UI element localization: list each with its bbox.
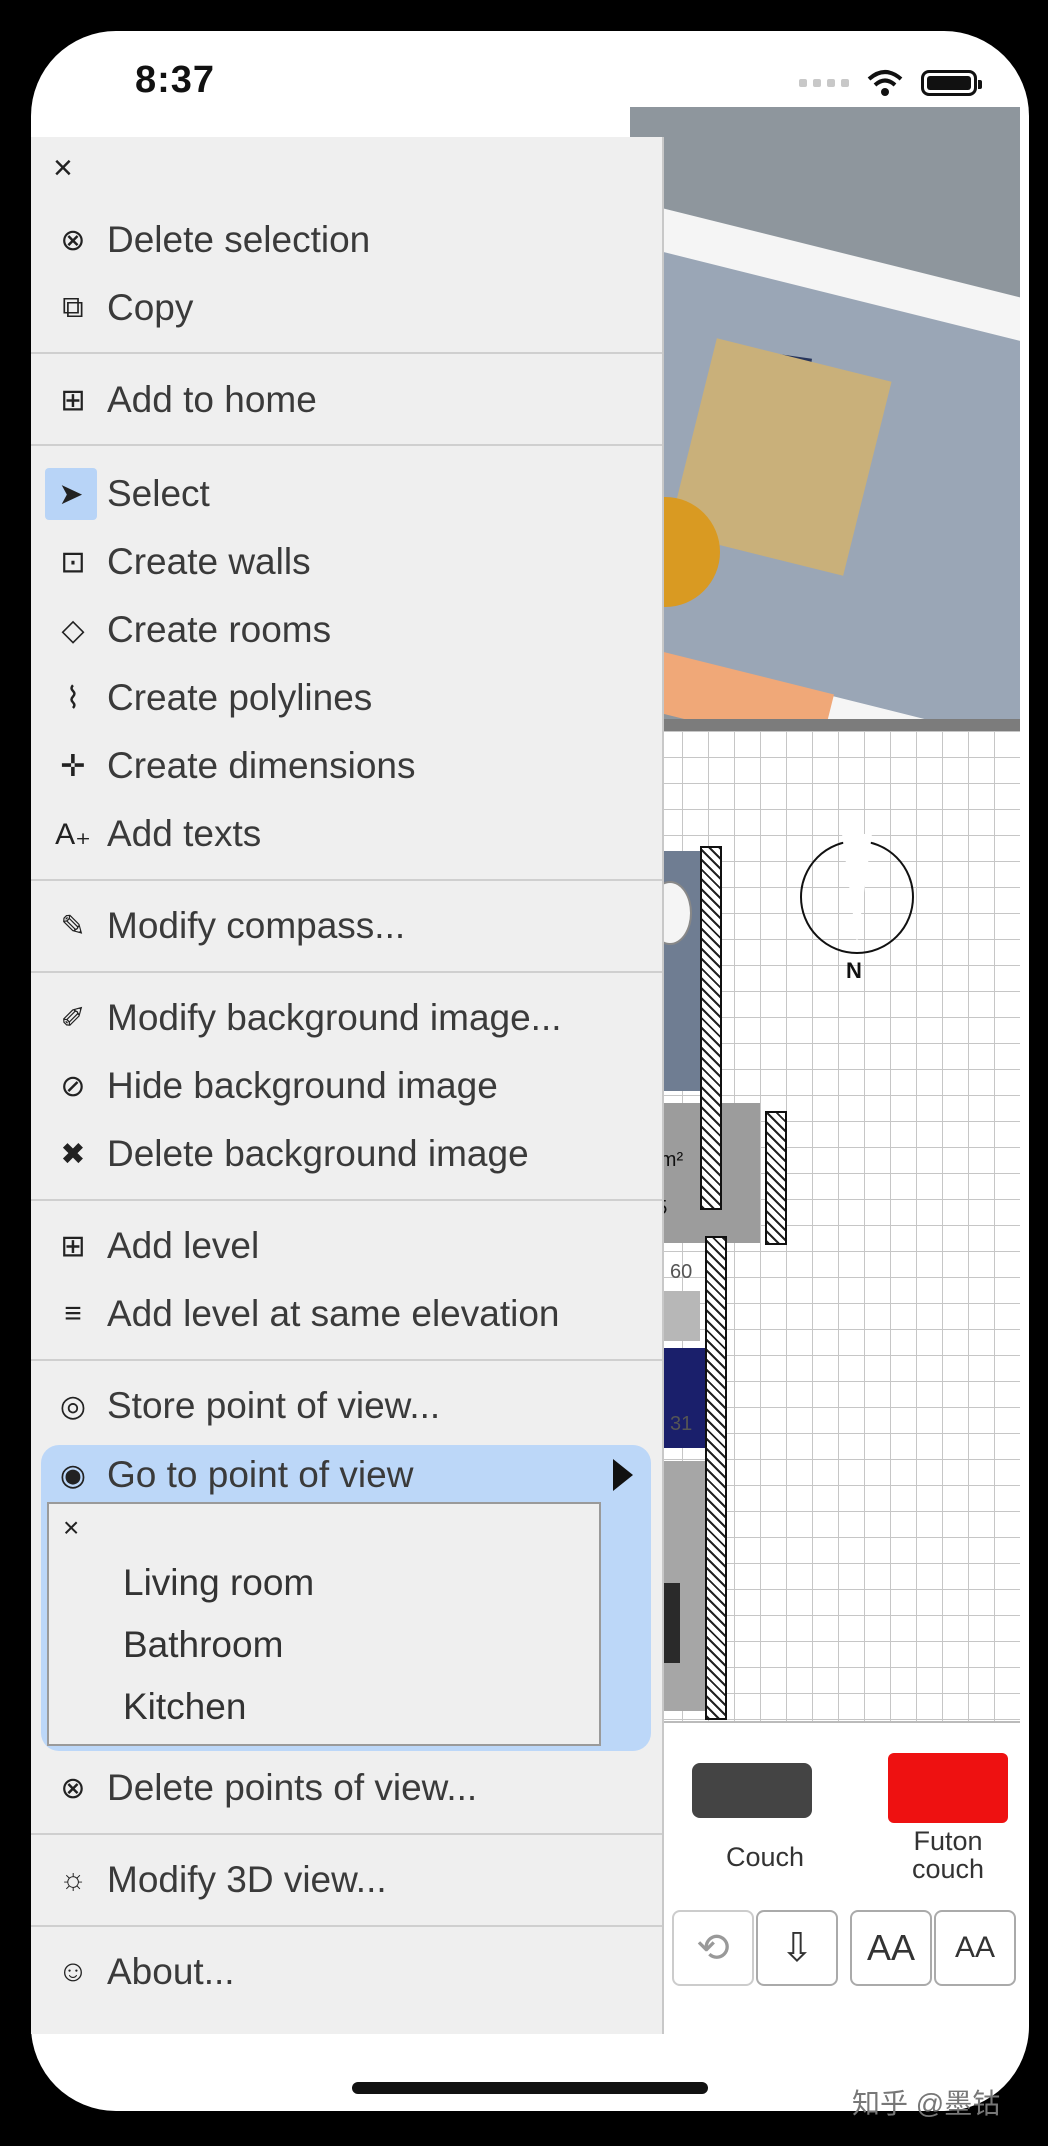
select-arrow-icon: ➤: [45, 468, 97, 520]
watermark: 知乎 @墨钴: [852, 2088, 1001, 2119]
menu-item-about[interactable]: ☺ About...: [31, 1939, 662, 2005]
create-polylines-icon: ⌇: [65, 681, 81, 715]
menu-item-create-walls[interactable]: ⊡ Create walls: [31, 529, 662, 595]
add-texts-icon: A₊: [55, 817, 91, 851]
import-furniture-button[interactable]: ⇩: [756, 1910, 838, 1986]
about-icon: ☺: [57, 1955, 89, 1988]
menu-item-label: Delete points of view...: [107, 1767, 478, 1808]
furniture-catalog: Couch Futon couch: [630, 1721, 1020, 1903]
menu-item-create-dimensions[interactable]: ✛ Create dimensions: [31, 733, 662, 799]
menu-item-create-polylines[interactable]: ⌇ Create polylines: [31, 665, 662, 731]
create-rooms-icon: ◇: [61, 613, 85, 647]
plan-dimension-label: 60: [670, 1261, 693, 1283]
menu-item-label: Create rooms: [107, 609, 332, 650]
menu-item-label: Hide background image: [107, 1065, 498, 1106]
menu-item-label: Add to home: [107, 379, 317, 420]
signal-icon: [799, 79, 849, 87]
menu-item-label: Modify 3D view...: [107, 1859, 387, 1900]
couch-label: Couch: [725, 1842, 805, 1872]
menu-item-add-level[interactable]: ⊞ Add level: [31, 1213, 662, 1279]
increase-text-size-button[interactable]: AA: [850, 1910, 932, 1986]
wifi-icon: [867, 70, 903, 96]
menu-item-label: Add level: [107, 1225, 260, 1266]
close-submenu-icon[interactable]: ×: [63, 1512, 79, 1544]
close-menu-icon[interactable]: ×: [53, 149, 73, 188]
side-menu: × ⊗ Delete selection ⧉ Copy ⊞ Add to hom…: [31, 137, 664, 2034]
menu-item-modify-background-image[interactable]: ✐ Modify background image...: [31, 985, 662, 1051]
menu-separator: [31, 971, 662, 973]
menu-item-label: Add texts: [107, 813, 262, 854]
menu-item-delete-points-of-view[interactable]: ⊗ Delete points of view...: [31, 1755, 662, 1821]
3d-view[interactable]: [630, 107, 1020, 719]
go-to-point-of-view-icon: ◉: [59, 1458, 87, 1492]
menu-item-add-texts[interactable]: A₊ Add texts: [31, 801, 662, 867]
copy-icon: ⧉: [62, 291, 84, 324]
menu-separator: [31, 1199, 662, 1201]
menu-item-hide-background-image[interactable]: ⊘ Hide background image: [31, 1053, 662, 1119]
menu-item-label: Delete selection: [107, 219, 371, 260]
modify-3d-view-icon: ☼: [59, 1863, 87, 1896]
menu-item-label: Add level at same elevation: [107, 1293, 560, 1334]
compass-north-label: N: [846, 958, 862, 983]
submenu-arrow-icon: [613, 1459, 633, 1491]
menu-item-copy[interactable]: ⧉ Copy: [31, 275, 662, 341]
add-to-home-icon: ⊞: [60, 383, 86, 417]
menu-separator: [31, 352, 662, 354]
delete-background-image-icon: ✖: [60, 1137, 86, 1171]
menu-separator: [31, 1925, 662, 1927]
submenu-item-living-room[interactable]: Living room: [123, 1562, 314, 1604]
plan-dimension-label: 31: [670, 1413, 693, 1435]
home-indicator[interactable]: [352, 2082, 708, 2094]
menu-item-label: Create polylines: [107, 677, 373, 718]
menu-separator: [31, 1359, 662, 1361]
menu-item-store-point-of-view[interactable]: ◎ Store point of view...: [31, 1373, 662, 1439]
menu-item-delete-background-image[interactable]: ✖ Delete background image: [31, 1121, 662, 1187]
delete-points-of-view-icon: ⊗: [60, 1771, 86, 1805]
menu-separator: [31, 879, 662, 881]
submenu-item-kitchen[interactable]: Kitchen: [123, 1686, 246, 1728]
menu-item-label: Create walls: [107, 541, 311, 582]
battery-icon: [921, 70, 982, 96]
menu-item-label: Modify compass...: [107, 905, 406, 946]
undo-view-button[interactable]: ⟲: [672, 1910, 754, 1986]
menu-item-label: About...: [107, 1951, 235, 1992]
menu-item-add-level-same-elevation[interactable]: ≡ Add level at same elevation: [31, 1281, 662, 1347]
hide-background-image-icon: ⊘: [60, 1069, 86, 1103]
menu-item-delete-selection[interactable]: ⊗ Delete selection: [31, 207, 662, 273]
menu-item-modify-compass[interactable]: ✎ Modify compass...: [31, 893, 662, 959]
menu-item-go-to-point-of-view[interactable]: ◉ Go to point of view: [31, 1442, 662, 1508]
view-divider[interactable]: [630, 719, 1020, 731]
menu-separator: [31, 444, 662, 446]
create-dimensions-icon: ✛: [60, 749, 86, 783]
menu-item-label: Delete background image: [107, 1133, 529, 1174]
menu-item-create-rooms[interactable]: ◇ Create rooms: [31, 597, 662, 663]
futon-couch-thumbnail[interactable]: [888, 1753, 1008, 1823]
status-time: 8:37: [135, 59, 216, 101]
modify-background-image-icon: ✐: [60, 1001, 86, 1035]
menu-item-label: Go to point of view: [107, 1454, 414, 1495]
delete-selection-icon: ⊗: [60, 223, 86, 257]
menu-item-label: Copy: [107, 287, 194, 328]
point-of-view-submenu: × Living room Bathroom Kitchen: [47, 1502, 601, 1746]
status-icons: [799, 69, 982, 97]
add-level-icon: ⊞: [60, 1229, 86, 1263]
menu-item-select[interactable]: ➤ Select: [31, 461, 662, 527]
submenu-item-bathroom[interactable]: Bathroom: [123, 1624, 283, 1666]
menu-separator: [31, 1833, 662, 1835]
compass[interactable]: [800, 834, 914, 954]
menu-item-label: Modify background image...: [107, 997, 562, 1038]
menu-item-modify-3d-view[interactable]: ☼ Modify 3D view...: [31, 1847, 662, 1913]
add-level-same-elevation-icon: ≡: [64, 1297, 82, 1330]
menu-item-add-to-home[interactable]: ⊞ Add to home: [31, 367, 662, 433]
store-point-of-view-icon: ◎: [59, 1389, 87, 1423]
menu-item-label: Store point of view...: [107, 1385, 441, 1426]
compass-icon: ✎: [60, 909, 86, 943]
menu-item-label: Create dimensions: [107, 745, 416, 786]
menu-item-label: Select: [107, 473, 210, 514]
couch-thumbnail[interactable]: [692, 1763, 812, 1818]
decrease-text-size-button[interactable]: AA: [934, 1910, 1016, 1986]
create-walls-icon: ⊡: [60, 545, 86, 579]
futon-couch-label: Futon couch: [911, 1826, 985, 1884]
